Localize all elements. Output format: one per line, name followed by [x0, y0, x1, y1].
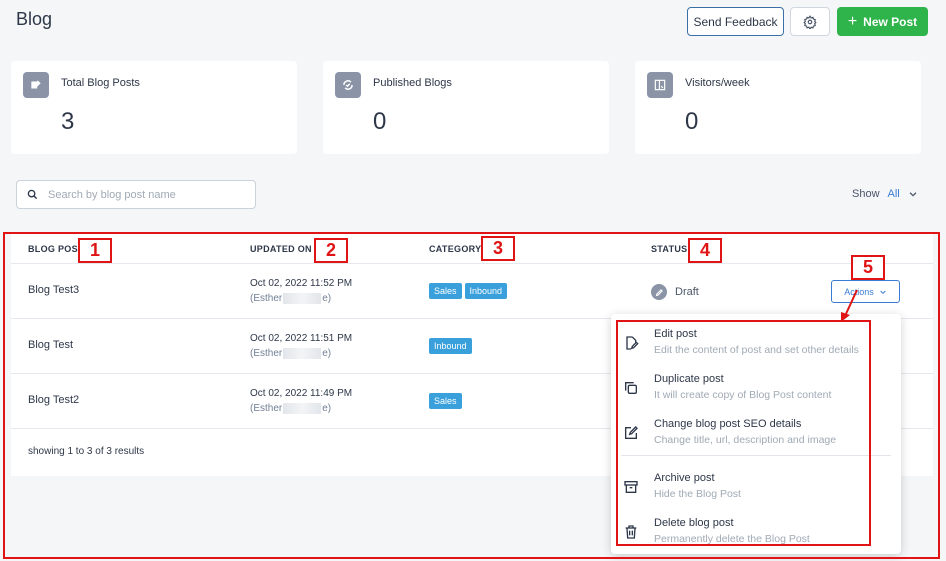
annotation-badge-5: 5	[851, 255, 885, 280]
show-label: Show	[852, 188, 880, 200]
search-icon	[27, 189, 38, 200]
search-input[interactable]	[48, 188, 238, 201]
chevron-down-icon[interactable]	[908, 189, 918, 199]
search-box[interactable]	[16, 180, 256, 209]
stat-card-visitors: Visitors/week 0	[635, 61, 921, 154]
annotation-badge-2: 2	[314, 238, 348, 263]
blog-post-icon	[23, 72, 49, 98]
annotation-outline-menu	[616, 320, 871, 546]
stat-value: 0	[685, 108, 699, 135]
send-feedback-button[interactable]: Send Feedback	[687, 7, 784, 36]
stat-label: Published Blogs	[373, 77, 452, 89]
gear-icon	[803, 14, 817, 29]
show-value[interactable]: All	[888, 188, 900, 200]
annotation-badge-1: 1	[78, 238, 112, 263]
visitors-icon	[647, 72, 673, 98]
plus-icon: +	[847, 12, 858, 30]
new-post-button[interactable]: + New Post	[837, 7, 928, 36]
stat-value: 0	[373, 108, 387, 135]
stat-value: 3	[61, 108, 75, 135]
settings-button[interactable]	[790, 7, 830, 36]
annotation-badge-4: 4	[688, 238, 722, 263]
new-post-label: New Post	[863, 14, 918, 29]
show-filter[interactable]: Show All	[852, 188, 918, 200]
annotation-badge-3: 3	[481, 236, 515, 261]
stat-label: Total Blog Posts	[61, 77, 140, 89]
stat-card-published: Published Blogs 0	[323, 61, 609, 154]
stat-label: Visitors/week	[685, 77, 750, 89]
stat-card-total-posts: Total Blog Posts 3	[11, 61, 297, 154]
annotation-arrow-icon	[841, 289, 858, 322]
page-title: Blog	[16, 9, 53, 29]
published-icon	[335, 72, 361, 98]
